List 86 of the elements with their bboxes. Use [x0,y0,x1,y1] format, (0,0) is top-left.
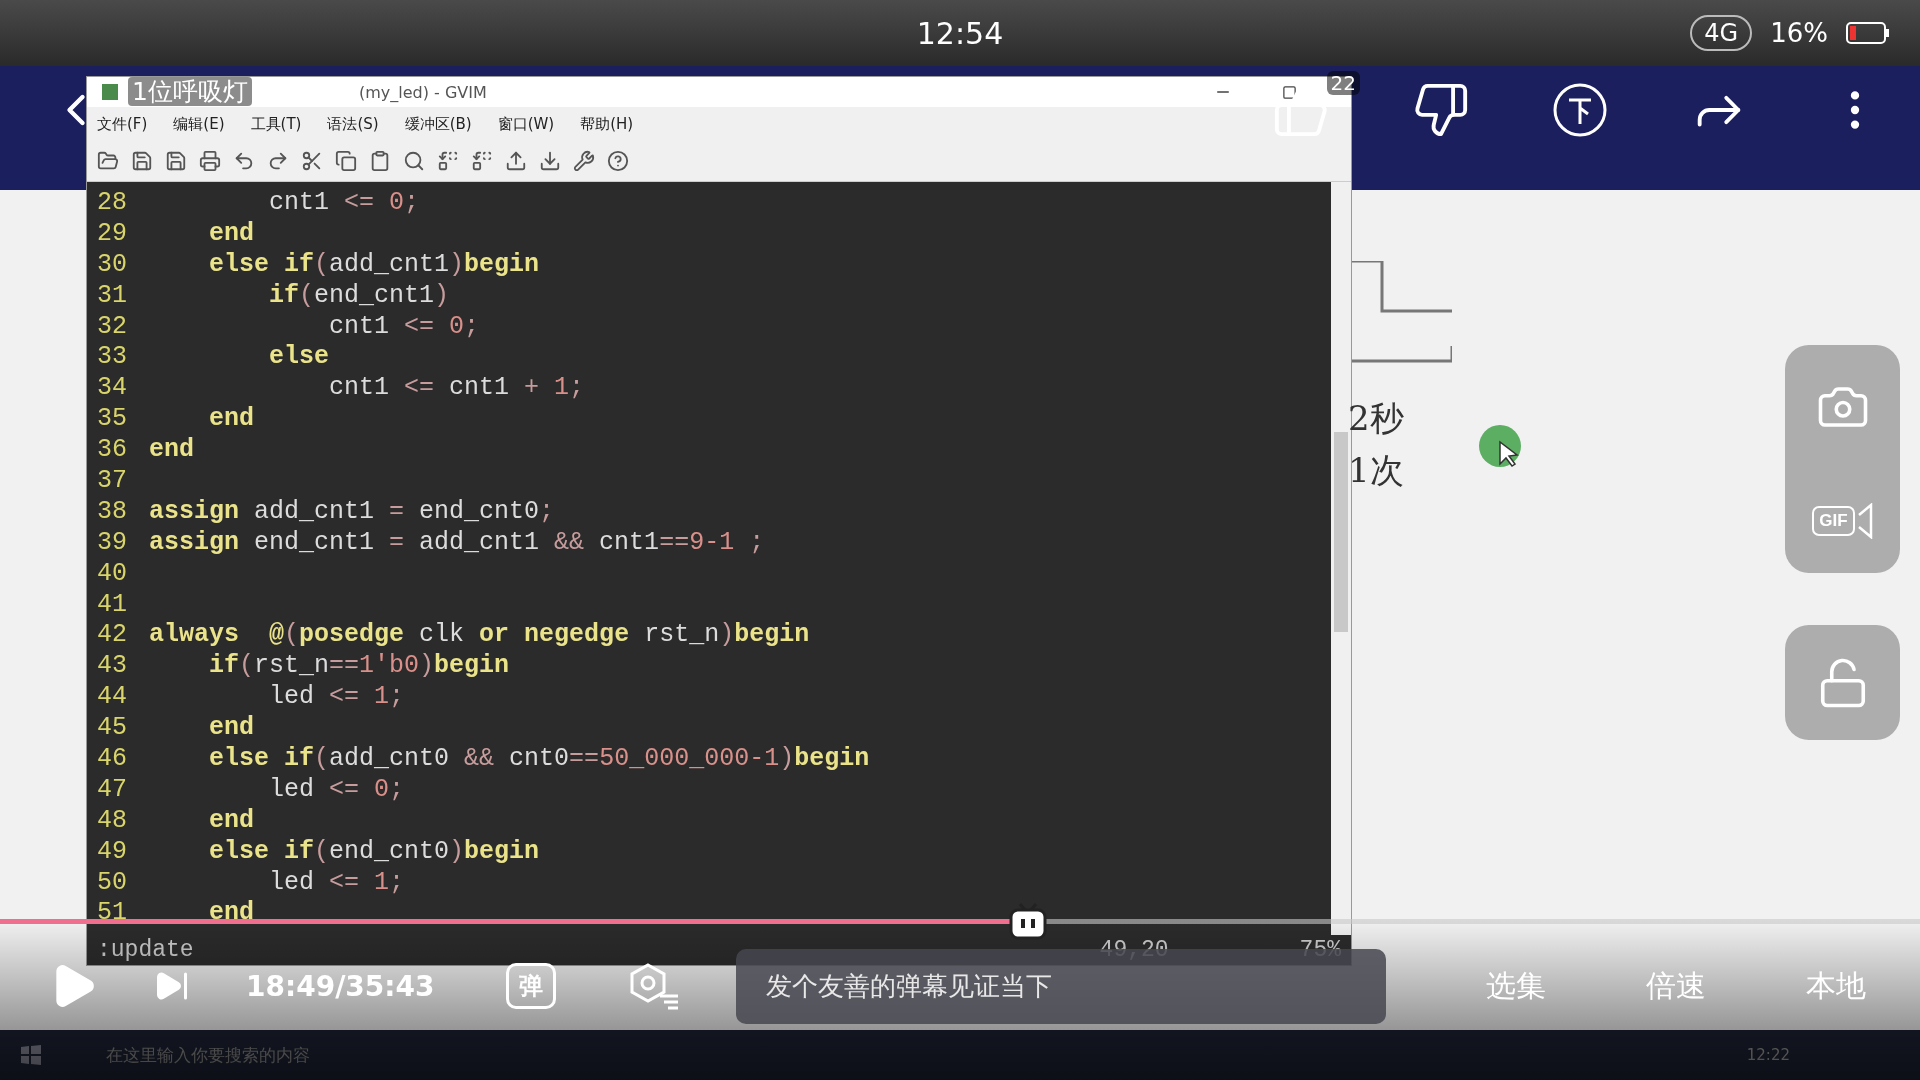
download-icon[interactable] [539,150,561,172]
code-line: end [149,435,194,466]
line-number: 34 [97,373,128,405]
network-badge: 4G [1690,15,1753,51]
code-line: else [268,342,330,374]
code-line: led <= 1; [268,867,405,899]
line-number: 38 [97,496,128,528]
line-number: 50 [97,867,128,899]
line-number: 32 [97,311,128,343]
line-number: 43 [97,651,128,683]
replace-icon[interactable] [437,150,459,172]
line-number: 49 [97,836,128,868]
code-line: else if(add_cnt0 && cnt0==50_000_000-1)begin [208,744,870,775]
line-number: 41 [97,589,128,621]
save-icon[interactable] [131,150,153,172]
battery-percent: 16% [1770,18,1828,48]
menu-item[interactable]: 窗口(W) [497,114,555,134]
line-number: 42 [97,620,128,652]
redo-icon[interactable] [267,150,289,172]
printer-icon[interactable] [199,150,221,172]
code-line: cnt1 <= 0; [268,188,420,219]
line-number: 28 [97,188,128,219]
code-line: led <= 0; [268,774,405,806]
code-line: if(rst_n==1'b0)begin [208,651,510,683]
line-number: 35 [97,404,128,436]
canvas-label: 1次 [1348,449,1404,492]
scrollbar[interactable] [1331,182,1351,935]
window-title: (my_led) - GVIM [359,82,487,102]
code-line: assign add_cnt1 = end_cnt0; [149,496,555,528]
line-number: 31 [97,280,128,312]
line-number: 36 [97,435,128,466]
playback-time: 18:49/35:43 [246,969,435,1003]
video-camera-icon [1856,502,1873,539]
code-line: end [208,898,255,930]
line-number: 29 [97,218,128,250]
code-line: else if(end_cnt0)begin [208,836,540,868]
line-number: 33 [97,342,128,374]
menu-item[interactable]: 工具(T) [250,114,302,134]
menu-item[interactable]: 文件(F) [97,114,148,134]
code-line: end [208,805,255,837]
code-line: end [208,404,255,436]
code-line: end [208,218,255,250]
code-line: end [208,713,255,745]
line-number: 45 [97,713,128,745]
clipboard-icon[interactable] [369,150,391,172]
line-number: 46 [97,744,128,775]
code-line: if(end_cnt1) [268,280,450,312]
app-icon [101,83,119,101]
code-line: cnt1 <= cnt1 + 1; [328,373,585,405]
taskbar-clock: 12:22 [1746,1046,1790,1064]
maximize-icon[interactable] [1282,84,1297,100]
menu-item[interactable]: 语法(S) [327,114,379,134]
battery-icon [1846,22,1890,44]
wrench-icon[interactable] [573,150,595,172]
code-line: cnt1 <= 0; [328,311,480,343]
menu-item[interactable]: 编辑(E) [173,114,225,134]
line-number: 51 [97,898,128,930]
coin-icon[interactable] [1552,82,1608,138]
menu-item[interactable]: 帮助(H) [580,114,634,134]
help-icon[interactable] [607,150,629,172]
line-number: 48 [97,805,128,837]
line-number: 47 [97,774,128,806]
line-number: 39 [97,527,128,559]
undo-icon[interactable] [233,150,255,172]
code-line: else if(add_cnt1)begin [208,249,540,281]
line-number: 44 [97,682,128,714]
save-all-icon[interactable] [165,150,187,172]
video-title: 1位呼吸灯 [128,77,252,106]
command-line: :update [97,937,195,963]
search-icon[interactable] [403,150,425,172]
code-line: assign end_cnt1 = add_cnt1 && cnt1==9-1 ; [149,527,765,559]
scissors-icon[interactable] [301,150,323,172]
progress-thumb[interactable] [1007,902,1048,942]
canvas-label: 2秒 [1348,397,1404,440]
replace-icon[interactable] [471,150,493,172]
upload-icon[interactable] [505,150,527,172]
code-line: always @(posedge clk or negedge rst_n)begin [149,620,810,652]
status-time: 12:54 [916,15,1004,51]
code-line: led <= 1; [268,682,405,714]
dislike-icon[interactable] [1412,81,1470,139]
line-number: 37 [97,466,128,497]
folder-icon[interactable] [97,150,119,172]
line-number: 30 [97,249,128,281]
line-number: 40 [97,558,128,590]
copy-icon[interactable] [335,150,357,172]
menu-item[interactable]: 缓冲区(B) [404,114,472,134]
